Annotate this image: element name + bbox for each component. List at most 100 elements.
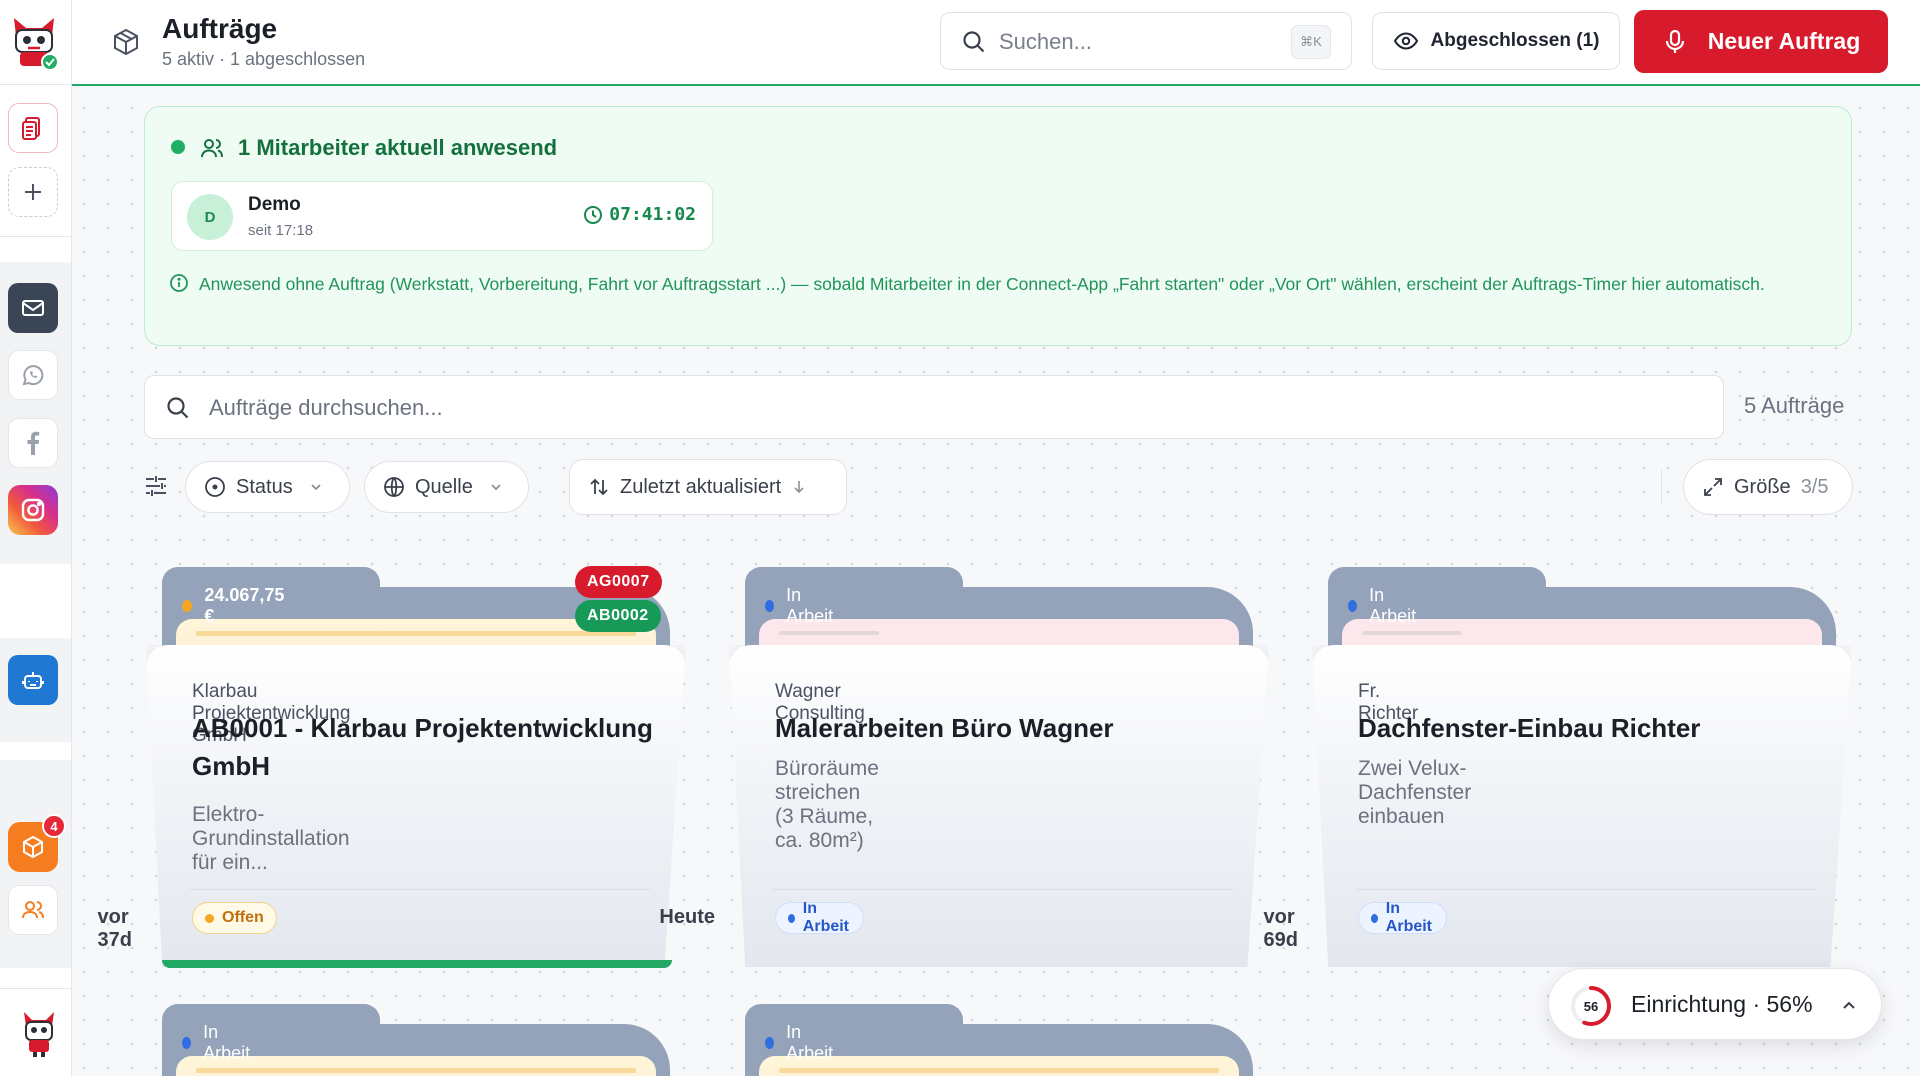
sidebar-item-instagram[interactable] <box>8 485 58 535</box>
folder-status: In Arbeit <box>765 585 836 627</box>
card-size-label: Größe <box>1734 475 1791 498</box>
folder-status-label: In Arbeit <box>1369 585 1417 626</box>
global-search[interactable]: ⌘K <box>940 12 1352 70</box>
source-filter-label: Quelle <box>415 475 473 498</box>
order-title: Malerarbeiten Büro Wagner <box>775 713 1114 743</box>
confirmation-badge[interactable]: AB0002 <box>575 600 661 632</box>
chevron-up-icon[interactable] <box>1839 995 1859 1015</box>
sidebar-item-facebook[interactable] <box>8 418 58 468</box>
sort-label: Zuletzt aktualisiert <box>620 475 782 498</box>
app-logo[interactable] <box>4 10 64 72</box>
filter-divider <box>1661 470 1662 504</box>
progress-number: 56 <box>1583 998 1599 1014</box>
new-order-button[interactable]: Neuer Auftrag <box>1634 10 1888 73</box>
chevron-down-icon <box>311 484 321 491</box>
users-icon <box>201 139 223 158</box>
folder-status-label: In Arbeit <box>203 1022 251 1063</box>
folder-status: In Arbeit <box>765 1022 836 1064</box>
setup-label: Einrichtung · 56% <box>1631 991 1813 1017</box>
facebook-icon <box>27 431 40 455</box>
sort-icon <box>590 478 608 496</box>
notification-badge: 4 <box>42 814 66 838</box>
order-amount: 24.067,75 € <box>182 585 286 627</box>
order-age: Heute <box>659 906 715 928</box>
whatsapp-icon <box>22 365 44 386</box>
sidebar-item-documents[interactable] <box>8 103 58 153</box>
search-icon <box>963 31 985 53</box>
status-dot <box>765 600 775 612</box>
status-filter[interactable]: Status <box>185 461 350 513</box>
employee-name: Demo <box>248 194 301 215</box>
instagram-icon <box>21 498 45 522</box>
order-title: AB0001 - Klarbau Projektentwicklung GmbH <box>192 713 653 781</box>
card-divider <box>190 889 650 890</box>
new-order-label: Neuer Auftrag <box>1707 28 1861 54</box>
quote-badge[interactable]: AG0007 <box>575 566 662 598</box>
folder-status-label: In Arbeit <box>786 1022 834 1063</box>
status-dot <box>182 1037 192 1049</box>
sidebar-item-whatsapp[interactable] <box>8 350 58 400</box>
order-description: Zwei Velux-Dachfenster einbauen <box>1358 757 1472 828</box>
employee-card[interactable]: D Demo seit 17:18 07:41:02 <box>171 181 713 251</box>
rail-divider <box>0 236 72 237</box>
sort-dropdown[interactable]: Zuletzt aktualisiert <box>569 459 847 515</box>
status-filter-label: Status <box>236 475 293 498</box>
folder-status: In Arbeit <box>182 1022 253 1064</box>
order-amount-value: 24.067,75 € <box>204 585 285 626</box>
page-title: Aufträge <box>162 13 278 44</box>
bot-icon <box>22 672 44 689</box>
status-badge: In Arbeit <box>1358 900 1448 935</box>
show-completed-label: Abgeschlossen (1) <box>1430 30 1600 51</box>
card-accent-bar <box>162 960 672 968</box>
setup-progress-widget[interactable]: 56 Einrichtung · 56% <box>1548 968 1882 1040</box>
box-icon <box>23 835 43 859</box>
online-indicator <box>171 140 185 154</box>
mascot-logo[interactable] <box>18 1006 60 1058</box>
sidebar-item-orders[interactable]: 4 <box>8 814 66 872</box>
rail-divider <box>0 988 72 989</box>
rail-divider <box>0 84 72 85</box>
document-icon <box>22 117 40 140</box>
team-icon <box>22 901 44 919</box>
card-size-value: 3/5 <box>1800 475 1829 498</box>
source-filter[interactable]: Quelle <box>364 461 529 513</box>
status-dot <box>765 1037 775 1049</box>
sidebar: 4 <box>0 0 72 1076</box>
card-divider <box>773 889 1233 890</box>
sidebar-item-team[interactable] <box>8 885 58 935</box>
chevron-down-icon <box>491 484 501 491</box>
mail-icon <box>22 300 44 316</box>
card-size-control[interactable]: Größe 3/5 <box>1683 459 1853 515</box>
show-completed-button[interactable]: Abgeschlossen (1) <box>1372 12 1620 70</box>
clock-icon <box>584 205 603 224</box>
order-search-input[interactable] <box>209 392 1609 424</box>
order-description: Büroräume streichen (3 Räume, ca. 80m²) <box>775 757 879 852</box>
avatar: D <box>187 194 233 240</box>
sliders-icon[interactable] <box>142 472 170 500</box>
sidebar-item-email[interactable] <box>8 283 58 333</box>
card-divider <box>1356 889 1816 890</box>
info-icon <box>170 274 188 292</box>
folder-status: In Arbeit <box>1348 585 1419 627</box>
attendance-title: 1 Mitarbeiter aktuell anwesend <box>238 135 558 160</box>
globe-icon <box>384 477 404 497</box>
order-search[interactable] <box>144 375 1724 439</box>
global-search-input[interactable] <box>999 27 1259 57</box>
order-age: vor 37d <box>97 906 132 951</box>
eye-icon <box>1393 32 1418 50</box>
order-count: 5 Aufträge <box>1744 393 1845 418</box>
status-badge-label: In Arbeit <box>802 900 850 935</box>
status-badge-label: In Arbeit <box>1385 900 1433 935</box>
microphone-icon <box>1665 29 1684 53</box>
timer-value: 07:41:02 <box>609 204 696 225</box>
order-title: Dachfenster-Einbau Richter <box>1358 713 1701 743</box>
sidebar-item-add[interactable] <box>8 167 58 217</box>
sidebar-item-assistant[interactable] <box>8 655 58 705</box>
plus-icon <box>25 184 41 200</box>
page-subtitle: 5 aktiv · 1 abgeschlossen <box>162 49 366 69</box>
keyboard-shortcut: ⌘K <box>1291 25 1331 59</box>
employee-timer: 07:41:02 <box>583 204 696 225</box>
order-age: vor 69d <box>1263 906 1298 951</box>
box-icon <box>114 28 138 56</box>
status-badge-label: Offen <box>222 909 264 926</box>
